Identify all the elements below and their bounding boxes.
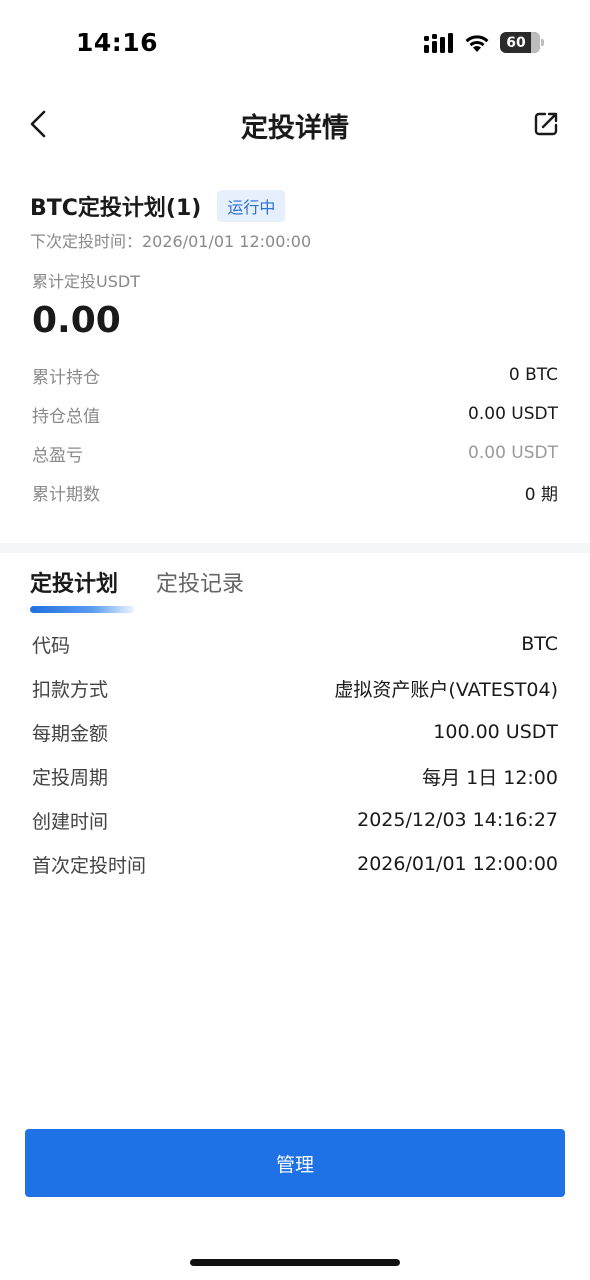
detail-value: 每月 1日 12:00 — [422, 766, 558, 789]
tab-active-indicator — [30, 606, 134, 613]
detail-row-amount: 每期金额 100.00 USDT — [32, 716, 558, 748]
detail-label: 定投周期 — [32, 766, 109, 789]
summary-row-label: 总盈亏 — [32, 445, 83, 466]
detail-label: 扣款方式 — [32, 678, 109, 701]
summary-row-periods: 累计期数 0 期 — [32, 477, 558, 507]
detail-row-created: 创建时间 2025/12/03 14:16:27 — [32, 804, 558, 836]
summary-row-pnl: 总盈亏 0.00 USDT — [32, 438, 558, 468]
nav-bar: 定投详情 — [0, 92, 590, 156]
tab-bar: 定投计划 定投记录 — [30, 566, 244, 613]
share-button[interactable] — [528, 106, 564, 142]
summary-row-label: 累计期数 — [32, 484, 100, 505]
signal-icon — [424, 32, 453, 53]
summary-row-holding-value: 持仓总值 0.00 USDT — [32, 399, 558, 429]
detail-value: BTC — [521, 633, 558, 655]
battery-level: 60 — [506, 34, 526, 51]
detail-row-cycle: 定投周期 每月 1日 12:00 — [32, 760, 558, 792]
detail-row-code: 代码 BTC — [32, 628, 558, 660]
summary-row-value: 0.00 USDT — [468, 404, 558, 424]
plan-name: BTC定投计划(1) — [30, 196, 202, 221]
tab-records[interactable]: 定投记录 — [156, 566, 244, 610]
detail-label: 代码 — [32, 634, 71, 657]
detail-row-first-invest: 首次定投时间 2026/01/01 12:00:00 — [32, 848, 558, 880]
tab-plan[interactable]: 定投计划 — [30, 566, 134, 613]
detail-label: 首次定投时间 — [32, 854, 147, 877]
detail-value: 2026/01/01 12:00:00 — [357, 853, 558, 875]
status-badge: 运行中 — [217, 190, 286, 222]
summary-row-value: 0.00 USDT — [468, 443, 558, 463]
summary-row-holdings: 累计持仓 0 BTC — [32, 360, 558, 390]
total-invested-value: 0.00 — [32, 300, 121, 341]
status-bar: 14:16 60 — [0, 0, 590, 88]
summary-row-label: 累计持仓 — [32, 367, 100, 388]
battery-cap — [541, 39, 544, 46]
manage-button[interactable]: 管理 — [25, 1129, 565, 1197]
total-invested-label: 累计定投USDT — [32, 272, 140, 291]
detail-label: 创建时间 — [32, 810, 109, 833]
home-indicator — [190, 1259, 400, 1266]
wifi-icon — [465, 34, 489, 52]
summary-row-value: 0 BTC — [508, 365, 558, 385]
battery-icon: 60 — [500, 32, 544, 53]
detail-label: 每期金额 — [32, 722, 109, 745]
next-invest-time: 下次定投时间：2026/01/01 12:00:00 — [30, 232, 312, 251]
plan-title-row: BTC定投计划(1) 运行中 — [30, 190, 286, 222]
detail-value: 虚拟资产账户(VATEST04) — [334, 678, 558, 701]
summary-row-value: 0 期 — [524, 484, 558, 505]
detail-row-payment: 扣款方式 虚拟资产账户(VATEST04) — [32, 672, 558, 704]
detail-value: 2025/12/03 14:16:27 — [357, 809, 558, 831]
section-divider — [0, 543, 590, 553]
detail-value: 100.00 USDT — [433, 721, 558, 743]
tab-label: 定投记录 — [156, 572, 245, 597]
tab-label: 定投计划 — [30, 572, 119, 597]
summary-row-label: 持仓总值 — [32, 406, 100, 427]
share-icon — [534, 112, 558, 136]
battery-empty-segment — [531, 32, 540, 53]
page-title: 定投详情 — [241, 113, 349, 144]
status-time: 14:16 — [76, 28, 159, 57]
status-icons: 60 — [424, 32, 544, 53]
